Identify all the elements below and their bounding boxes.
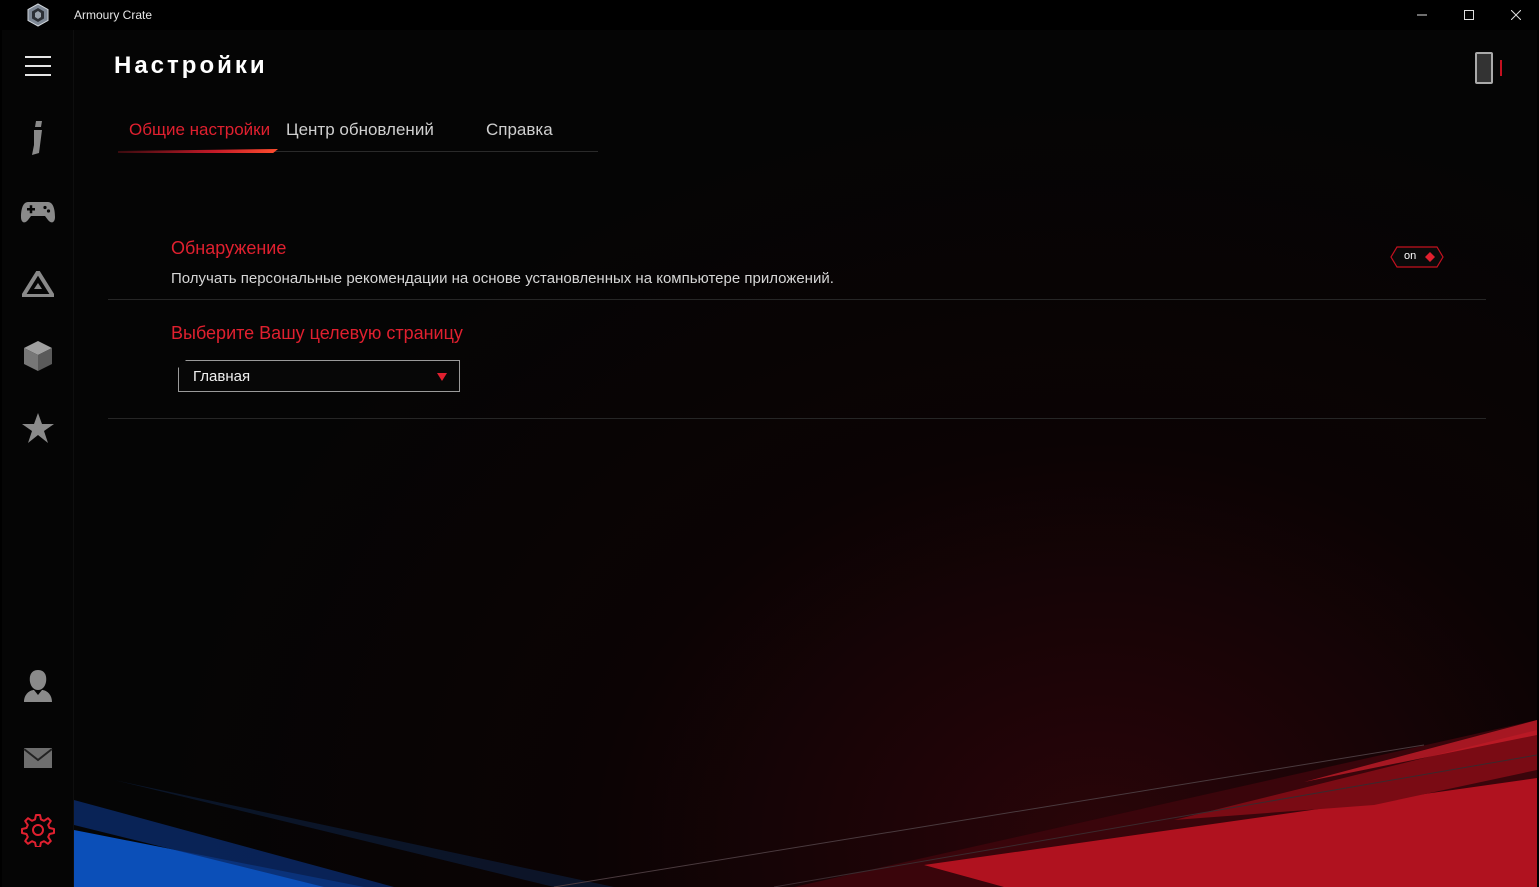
active-tab-underline xyxy=(118,149,278,153)
close-button[interactable] xyxy=(1493,0,1539,30)
hamburger-icon xyxy=(25,56,51,76)
sidebar-item-scenario[interactable] xyxy=(2,332,74,380)
discovery-section: Обнаружение Получать персональные рекоме… xyxy=(108,226,1486,300)
device-mode-button[interactable] xyxy=(1475,52,1493,84)
page-title: Настройки xyxy=(114,52,268,79)
background-art xyxy=(74,720,1537,887)
gamepad-icon xyxy=(21,202,55,223)
maximize-icon xyxy=(1464,10,1474,20)
dropdown-selected-value: Главная xyxy=(193,368,251,385)
discovery-title: Обнаружение xyxy=(171,238,287,258)
aura-triangle-icon xyxy=(22,271,54,297)
app-title: Armoury Crate xyxy=(74,8,153,22)
tab-help[interactable]: Справка xyxy=(486,120,553,140)
chevron-down-icon xyxy=(437,373,447,381)
sidebar xyxy=(2,30,74,887)
device-info-icon xyxy=(32,121,42,155)
mail-icon xyxy=(23,748,53,768)
toggle-state-label: on xyxy=(1404,250,1417,262)
maximize-button[interactable] xyxy=(1446,0,1492,30)
sidebar-item-news[interactable] xyxy=(2,734,74,782)
cube-icon xyxy=(24,341,52,371)
sidebar-item-featured[interactable] xyxy=(2,404,74,452)
sidebar-item-settings[interactable] xyxy=(2,806,74,854)
discovery-toggle[interactable]: on xyxy=(1390,246,1444,268)
sidebar-item-aura[interactable] xyxy=(2,260,74,308)
tab-update-center[interactable]: Центр обновлений xyxy=(286,120,434,140)
armoury-crate-logo-icon xyxy=(27,3,49,27)
mode-indicator xyxy=(1500,60,1502,76)
sidebar-item-game-library[interactable] xyxy=(2,188,74,236)
title-bar: Armoury Crate xyxy=(0,0,1539,30)
close-icon xyxy=(1511,10,1521,20)
landing-page-title: Выберите Вашу целевую страницу xyxy=(171,323,463,343)
tab-general-settings[interactable]: Общие настройки xyxy=(129,120,270,140)
main-panel: Настройки Общие настройки Центр обновлен… xyxy=(74,30,1537,887)
sidebar-item-account[interactable] xyxy=(2,662,74,710)
star-icon xyxy=(22,413,54,443)
landing-page-dropdown[interactable]: Главная xyxy=(178,360,460,392)
settings-tabs: Общие настройки Центр обновлений Справка xyxy=(118,112,598,153)
sidebar-item-menu[interactable] xyxy=(2,42,74,90)
sidebar-item-device[interactable] xyxy=(2,114,74,162)
toggle-frame xyxy=(1390,246,1444,268)
landing-page-section: Выберите Вашу целевую страницу Главная xyxy=(108,308,1486,419)
gear-icon xyxy=(21,814,55,847)
minimize-button[interactable] xyxy=(1399,0,1445,30)
discovery-description: Получать персональные рекомендации на ос… xyxy=(171,270,834,287)
user-icon xyxy=(24,670,52,702)
minimize-icon xyxy=(1417,14,1427,16)
